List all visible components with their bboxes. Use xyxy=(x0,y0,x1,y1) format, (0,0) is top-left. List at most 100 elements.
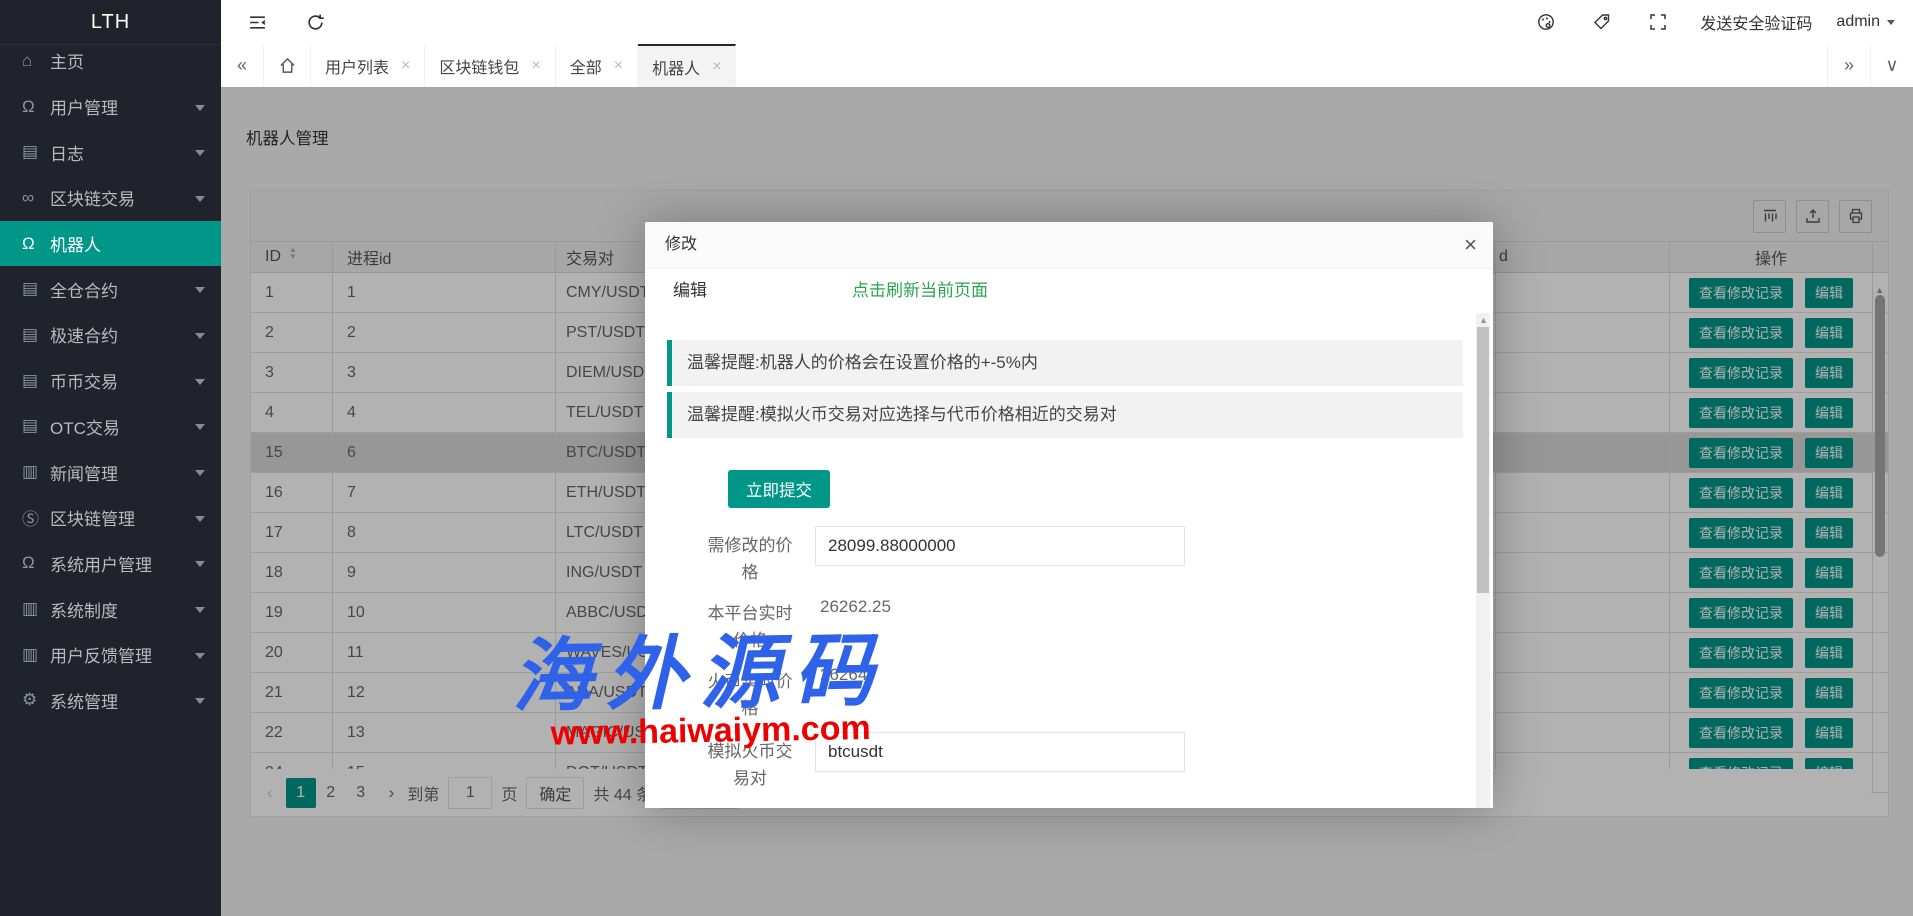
news-icon: ▥ xyxy=(22,599,50,619)
sidebar-item-label: 机器人 xyxy=(50,231,101,256)
collapse-menu-icon[interactable] xyxy=(235,0,279,44)
tab-label: 用户列表 xyxy=(325,54,389,78)
tip-alert-2: 温馨提醒:模拟火币交易对应选择与代币价格相近的交易对 xyxy=(667,392,1463,438)
close-icon[interactable]: × xyxy=(712,58,721,76)
sidebar-item[interactable]: ▤ 日志 xyxy=(0,129,221,175)
scroll-up-icon[interactable]: ▲ xyxy=(1479,315,1488,325)
chevron-down-icon xyxy=(195,698,205,704)
doc-icon: ▤ xyxy=(22,142,50,162)
topbar: 发送安全验证码 admin xyxy=(221,0,1913,45)
close-icon[interactable]: × xyxy=(531,57,540,75)
price-input[interactable] xyxy=(815,526,1185,566)
sidebar-item[interactable]: ⌂ 主页 xyxy=(0,38,221,84)
tabbar: « 用户列表 × 区块链钱包 × 全部 × 机器人 × » ∨ xyxy=(221,44,1913,88)
tab-label: 机器人 xyxy=(652,55,700,79)
tabs: 用户列表 × 区块链钱包 × 全部 × 机器人 × xyxy=(311,44,736,87)
chevron-down-icon xyxy=(195,379,205,385)
doc-icon: ▤ xyxy=(22,416,50,436)
sidebar-item-label: 用户反馈管理 xyxy=(50,642,152,667)
doc-icon: ▤ xyxy=(22,279,50,299)
sidebar-item[interactable]: Ω 用户管理 xyxy=(0,84,221,130)
sidebar-item-label: OTC交易 xyxy=(50,414,120,439)
doc-icon: ▤ xyxy=(22,371,50,391)
chevron-down-icon xyxy=(195,516,205,522)
chevron-down-icon xyxy=(195,287,205,293)
tab[interactable]: 全部 × xyxy=(556,44,638,87)
tabs-dropdown-icon[interactable]: ∨ xyxy=(1870,44,1913,87)
send-security-code-link[interactable]: 发送安全验证码 xyxy=(1686,10,1826,34)
tab[interactable]: 用户列表 × xyxy=(311,44,425,87)
screen: LTH ⌂ 主页 Ω 用户管理 ▤ 日志 ∞ 区块链交易 xyxy=(0,0,1913,916)
sidebar-item-label: 系统制度 xyxy=(50,597,118,622)
price-field-label: 需修改的价格 xyxy=(700,532,800,586)
sim-pair-input[interactable] xyxy=(815,732,1185,772)
refresh-page-link[interactable]: 点击刷新当前页面 xyxy=(852,269,988,313)
sidebar-item[interactable]: ▤ 极速合约 xyxy=(0,312,221,358)
theme-palette-icon[interactable] xyxy=(1518,0,1574,44)
doc-icon: ▤ xyxy=(22,325,50,345)
chevron-down-icon xyxy=(195,424,205,430)
tab-home[interactable] xyxy=(263,44,311,87)
submit-button[interactable]: 立即提交 xyxy=(728,470,830,508)
modal-body: 温馨提醒:机器人的价格会在设置价格的+-5%内 温馨提醒:模拟火币交易对应选择与… xyxy=(645,313,1493,808)
sidebar-item[interactable]: ▥ 新闻管理 xyxy=(0,449,221,495)
sidebar-item[interactable]: ▥ 系统制度 xyxy=(0,586,221,632)
edit-label: 编辑 xyxy=(673,269,707,313)
sidebar-item[interactable]: Ⓢ 区块链管理 xyxy=(0,495,221,541)
sidebar-item[interactable]: ▤ 全仓合约 xyxy=(0,266,221,312)
modal-toolbar: 编辑 点击刷新当前页面 xyxy=(645,269,1493,314)
sidebar: LTH ⌂ 主页 Ω 用户管理 ▤ 日志 ∞ 区块链交易 xyxy=(0,0,221,916)
sidebar-item-label: 区块链管理 xyxy=(50,505,135,530)
user-icon: Ω xyxy=(22,553,50,573)
link-icon: ∞ xyxy=(22,188,50,208)
tab[interactable]: 机器人 × xyxy=(638,44,736,87)
user-icon: Ω xyxy=(22,97,50,117)
chevron-down-icon xyxy=(195,470,205,476)
news-icon: ▥ xyxy=(22,645,50,665)
sidebar-item-label: 系统管理 xyxy=(50,688,118,713)
tip-alert-1: 温馨提醒:机器人的价格会在设置价格的+-5%内 xyxy=(667,340,1463,386)
chevron-down-icon xyxy=(195,333,205,339)
sidebar-item[interactable]: ▤ OTC交易 xyxy=(0,404,221,450)
news-icon: ▥ xyxy=(22,462,50,482)
sidebar-item-label: 极速合约 xyxy=(50,322,118,347)
sidebar-item-label: 主页 xyxy=(50,48,84,73)
fullscreen-icon[interactable] xyxy=(1630,0,1686,44)
close-icon[interactable]: × xyxy=(401,57,410,75)
chevron-down-icon xyxy=(195,561,205,567)
sidebar-item[interactable]: Ω 机器人 xyxy=(0,221,221,267)
user-menu[interactable]: admin xyxy=(1826,13,1913,31)
close-icon[interactable]: × xyxy=(1464,232,1477,258)
sidebar-item[interactable]: ⚙ 系统管理 xyxy=(0,678,221,724)
modal-title: 修改 xyxy=(645,222,1493,269)
huobi-price-label: 火币实时价格 xyxy=(700,668,800,722)
chevron-down-icon xyxy=(195,150,205,156)
modal-scrollbar-thumb[interactable] xyxy=(1477,327,1489,593)
username: admin xyxy=(1836,13,1880,31)
refresh-icon[interactable] xyxy=(293,0,337,44)
home-icon: ⌂ xyxy=(22,51,50,71)
sidebar-item[interactable]: Ω 系统用户管理 xyxy=(0,541,221,587)
sidebar-item[interactable]: ▤ 币币交易 xyxy=(0,358,221,404)
sidebar-item-label: 日志 xyxy=(50,140,84,165)
tab-label: 全部 xyxy=(570,54,602,78)
user-icon: Ω xyxy=(22,234,50,254)
tabs-scroll-right-icon[interactable]: » xyxy=(1827,44,1870,87)
tabs-scroll-left-icon[interactable]: « xyxy=(221,44,263,87)
tag-icon[interactable] xyxy=(1574,0,1630,44)
sidebar-item-label: 全仓合约 xyxy=(50,277,118,302)
tabbar-end: » ∨ xyxy=(1827,44,1913,87)
tab-label: 区块链钱包 xyxy=(439,54,519,78)
chevron-down-icon xyxy=(195,607,205,613)
sidebar-item-label: 区块链交易 xyxy=(50,185,135,210)
home-icon xyxy=(279,57,296,74)
sidebar-item[interactable]: ∞ 区块链交易 xyxy=(0,175,221,221)
sidebar-item-label: 币币交易 xyxy=(50,368,118,393)
gear-icon: ⚙ xyxy=(22,690,50,710)
tab[interactable]: 区块链钱包 × xyxy=(425,44,555,87)
sidebar-item-label: 系统用户管理 xyxy=(50,551,152,576)
sidebar-menu: ⌂ 主页 Ω 用户管理 ▤ 日志 ∞ 区块链交易 Ω 机器人 xyxy=(0,38,221,723)
sidebar-item[interactable]: ▥ 用户反馈管理 xyxy=(0,632,221,678)
platform-price-value: 26262.25 xyxy=(820,597,891,617)
close-icon[interactable]: × xyxy=(614,57,623,75)
